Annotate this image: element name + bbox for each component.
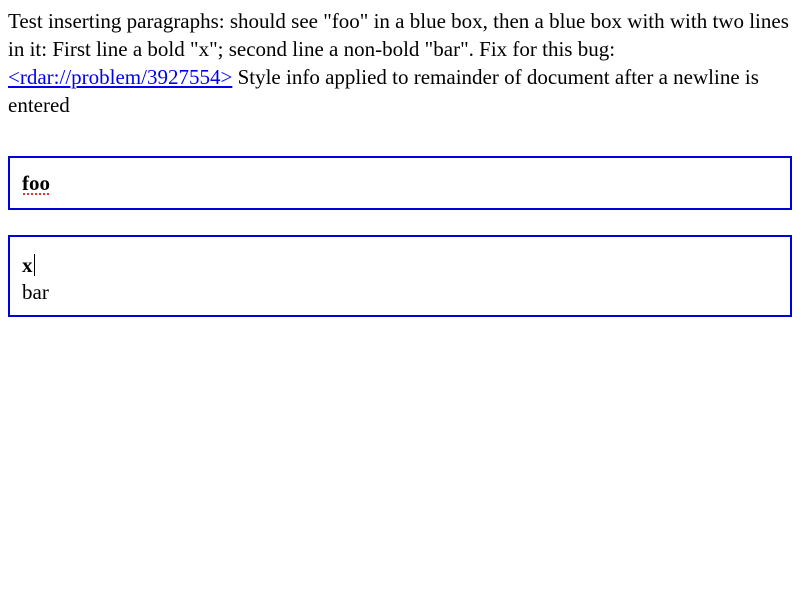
bold-x-text[interactable]: x — [22, 253, 33, 277]
misspelled-word-foo[interactable]: foo — [22, 169, 50, 197]
blue-box-two-lines[interactable]: x bar — [8, 235, 792, 317]
instructions-text: Test inserting paragraphs: should see "f… — [8, 9, 789, 61]
box-line-bar[interactable]: bar — [22, 278, 49, 306]
bug-report-link[interactable]: <rdar://problem/3927554> — [8, 65, 232, 89]
bar-text[interactable]: bar — [22, 280, 49, 304]
instructions-paragraph: Test inserting paragraphs: should see "f… — [8, 7, 798, 119]
blue-box-foo[interactable]: foo — [8, 156, 792, 210]
text-cursor — [33, 254, 35, 276]
box-line-foo[interactable]: foo — [22, 169, 50, 197]
box-line-bold-x[interactable]: x — [22, 251, 35, 279]
editor-page: { "intro": { "text_before_link": "Test i… — [0, 0, 800, 600]
